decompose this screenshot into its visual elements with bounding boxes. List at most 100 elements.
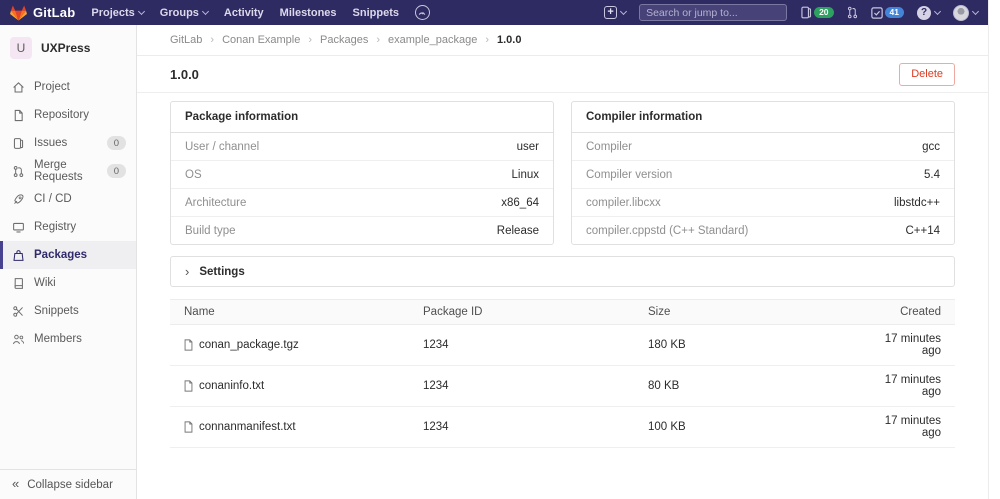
plus-icon: + [604, 6, 618, 19]
brand-name: GitLab [33, 5, 76, 20]
sidebar-item-members[interactable]: Members [0, 325, 136, 353]
file-size: 100 KB [648, 421, 686, 433]
table-header: Name Package ID Size Created [170, 299, 955, 325]
breadcrumb-package-name[interactable]: example_package [388, 34, 477, 46]
nav-activity[interactable]: Activity [224, 7, 264, 19]
merge-request-icon [13, 165, 24, 177]
breadcrumb-separator: › [210, 34, 215, 46]
nav-milestones[interactable]: Milestones [280, 7, 337, 19]
file-package-id: 1234 [423, 421, 449, 433]
merge-request-icon [847, 6, 857, 19]
double-chevron-left-icon: « [12, 476, 20, 491]
help-menu[interactable]: ? [917, 5, 942, 20]
rocket-icon [14, 193, 24, 204]
sidebar-item-registry[interactable]: Registry [0, 213, 136, 241]
book-icon [14, 277, 23, 289]
issues-icon [801, 6, 812, 19]
todos-count-badge: 41 [884, 6, 904, 19]
merge-requests-shortcut[interactable] [847, 6, 858, 19]
breadcrumb-packages[interactable]: Packages [320, 34, 368, 46]
chevron-down-icon [201, 7, 209, 15]
breadcrumb-separator: › [485, 34, 489, 46]
dashboard-icon[interactable] [414, 5, 430, 20]
card-title: Package information [171, 102, 553, 133]
members-icon [12, 334, 24, 344]
file-icon [184, 339, 193, 351]
user-menu[interactable] [953, 4, 980, 21]
issues-count-badge: 0 [106, 136, 126, 150]
file-created: 17 minutes ago [884, 415, 941, 439]
gitlab-tanuki-icon [10, 4, 27, 21]
card-title: Compiler information [572, 102, 954, 133]
info-row: User / channel user [171, 133, 553, 161]
breadcrumb: GitLab › Conan Example › Packages › exam… [170, 34, 521, 46]
monitor-icon [13, 222, 24, 232]
package-bag-icon [13, 249, 24, 261]
sidebar-item-packages[interactable]: Packages [0, 241, 136, 269]
help-icon: ? [917, 5, 931, 20]
file-name[interactable]: conan_package.tgz [199, 339, 299, 351]
info-row: Compiler version 5.4 [572, 161, 954, 189]
table-row: conaninfo.txt 1234 80 KB 17 minutes ago [170, 366, 955, 407]
project-header[interactable]: U UXPress [0, 25, 136, 73]
info-row: OS Linux [171, 161, 553, 189]
page-header: 1.0.0 Delete [137, 56, 988, 93]
collapse-sidebar-button[interactable]: « Collapse sidebar [0, 469, 136, 499]
todos-shortcut[interactable]: 41 [870, 6, 904, 19]
file-icon [184, 421, 193, 433]
issues-count-badge: 20 [814, 6, 834, 19]
sidebar-item-wiki[interactable]: Wiki [0, 269, 136, 297]
file-size: 180 KB [648, 339, 686, 351]
table-row: conan_package.tgz 1234 180 KB 17 minutes… [170, 325, 955, 366]
package-files-table: Name Package ID Size Created conan_packa… [170, 299, 955, 448]
col-name: Name [184, 306, 215, 318]
file-package-id: 1234 [423, 339, 449, 351]
global-search[interactable] [639, 4, 788, 21]
file-created: 17 minutes ago [884, 374, 941, 398]
sidebar-item-ci-cd[interactable]: CI / CD [0, 185, 136, 213]
sidebar-item-project[interactable]: Project [0, 73, 136, 101]
nav-projects[interactable]: Projects [91, 7, 145, 19]
breadcrumb-separator: › [376, 34, 381, 46]
page-scrollbar-track[interactable] [988, 0, 1000, 499]
merge-requests-count-badge: 0 [106, 164, 126, 178]
top-navbar: GitLab Projects Groups Activity Mileston… [0, 0, 988, 25]
todo-check-icon [870, 6, 883, 19]
file-name[interactable]: conaninfo.txt [199, 380, 264, 392]
col-size: Size [648, 306, 671, 318]
sidebar-item-snippets[interactable]: Snippets [0, 297, 136, 325]
delete-button[interactable]: Delete [899, 62, 955, 86]
breadcrumb-project[interactable]: Conan Example [222, 34, 300, 46]
nav-snippets[interactable]: Snippets [353, 7, 399, 19]
info-row: Build type Release [185, 224, 539, 237]
nav-groups[interactable]: Groups [160, 7, 209, 19]
breadcrumb-separator: › [308, 34, 313, 46]
col-created: Created [900, 306, 941, 318]
file-icon [184, 380, 193, 392]
sidebar-item-issues[interactable]: Issues 0 [0, 129, 136, 157]
new-menu-button[interactable]: + [604, 6, 628, 19]
info-row: Compiler gcc [572, 133, 954, 161]
breadcrumb-bar: GitLab › Conan Example › Packages › exam… [137, 25, 988, 56]
file-created: 17 minutes ago [884, 333, 941, 357]
main-content: GitLab › Conan Example › Packages › exam… [137, 25, 988, 499]
package-information-card: Package information User / channel user … [170, 101, 554, 245]
settings-expander[interactable]: › Settings [170, 256, 955, 287]
info-row: Architecture x86_64 [171, 189, 553, 217]
chevron-down-icon [971, 7, 980, 15]
user-avatar [953, 4, 969, 21]
breadcrumb-gitlab[interactable]: GitLab [170, 34, 202, 46]
home-icon [13, 81, 24, 92]
file-name[interactable]: connanmanifest.txt [199, 421, 296, 433]
scissors-icon [13, 305, 23, 317]
sidebar-item-merge-requests[interactable]: Merge Requests 0 [0, 157, 136, 185]
file-package-id: 1234 [423, 380, 449, 392]
search-input[interactable] [646, 6, 782, 19]
sidebar-item-repository[interactable]: Repository [0, 101, 136, 129]
breadcrumb-version: 1.0.0 [497, 34, 522, 46]
issues-shortcut[interactable]: 20 [800, 6, 834, 19]
table-row: connanmanifest.txt 1234 100 KB 17 minute… [170, 407, 955, 448]
page-title: 1.0.0 [170, 66, 199, 82]
chevron-down-icon [620, 7, 628, 15]
gitlab-brand[interactable]: GitLab [10, 4, 76, 21]
